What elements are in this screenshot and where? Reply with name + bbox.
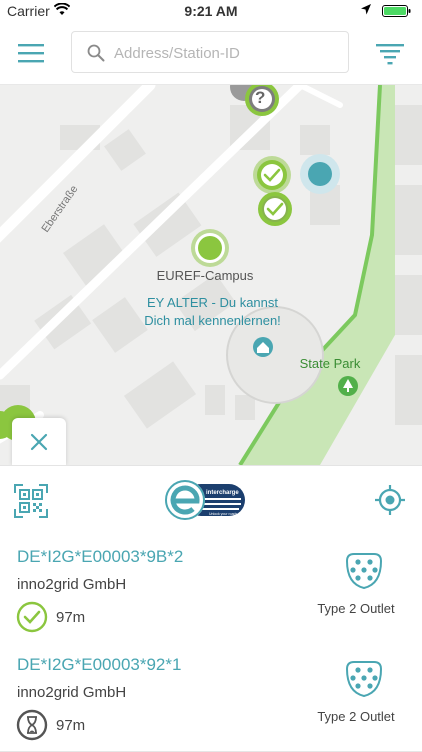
logo-text: intercharge: [206, 490, 239, 496]
type2-plug-icon: [345, 553, 383, 590]
close-map-button[interactable]: [12, 418, 66, 466]
bottom-toolbar: intercharge Unlock your roads.: [0, 465, 422, 537]
qr-code-icon: [14, 484, 48, 518]
status-bar: Carrier 9:21 AM: [0, 0, 422, 22]
search-field[interactable]: [71, 31, 349, 74]
station-operator: inno2grid GmbH: [17, 684, 127, 701]
logo-subtext: Unlock your roads.: [209, 512, 238, 516]
station-list-item[interactable]: DE*I2G*E00003*9B*2 inno2grid GmbH 97m Ty…: [0, 535, 422, 644]
station-id: DE*I2G*E00003*92*1: [17, 655, 182, 674]
plug-type-label: Type 2 Outlet: [317, 709, 395, 724]
location-arrow-icon: [361, 4, 371, 15]
filter-button[interactable]: [374, 40, 406, 66]
clock: 9:21 AM: [184, 3, 238, 19]
park-label: State Park: [299, 356, 361, 371]
hourglass-icon: [16, 709, 48, 741]
poi-label-line1: EY ALTER - Du kannst: [146, 295, 279, 310]
station-list-item[interactable]: DE*I2G*E00003*92*1 inno2grid GmbH 97m Ty…: [0, 643, 422, 752]
plug-type-label: Type 2 Outlet: [317, 601, 395, 616]
station-distance: 97m: [56, 609, 86, 626]
locate-me-button[interactable]: [374, 484, 406, 521]
search-icon: [87, 44, 105, 62]
poi-label-line2: Dich mal kennenlernen!: [144, 313, 281, 328]
search-input[interactable]: [112, 32, 346, 74]
type2-plug-icon: [345, 661, 383, 698]
campus-label: EUREF-Campus: [156, 268, 254, 283]
intercharge-logo: intercharge Unlock your roads.: [165, 478, 247, 527]
station-id: DE*I2G*E00003*9B*2: [17, 547, 184, 566]
qr-scan-button[interactable]: [14, 484, 48, 523]
crosshair-icon: [375, 485, 405, 515]
unknown-status-symbol: ?: [255, 88, 266, 107]
filter-icon: [376, 44, 404, 65]
map-view[interactable]: ? Eberstraße EUREF-Campus EY ALTER - Du …: [0, 85, 422, 465]
station-distance: 97m: [56, 717, 86, 734]
menu-button[interactable]: [16, 40, 46, 66]
battery-icon: [382, 5, 411, 17]
close-icon: [30, 433, 48, 451]
available-check-icon: [16, 601, 48, 633]
station-operator: inno2grid GmbH: [17, 576, 127, 593]
top-bar: [0, 22, 422, 85]
hamburger-icon: [18, 44, 44, 63]
